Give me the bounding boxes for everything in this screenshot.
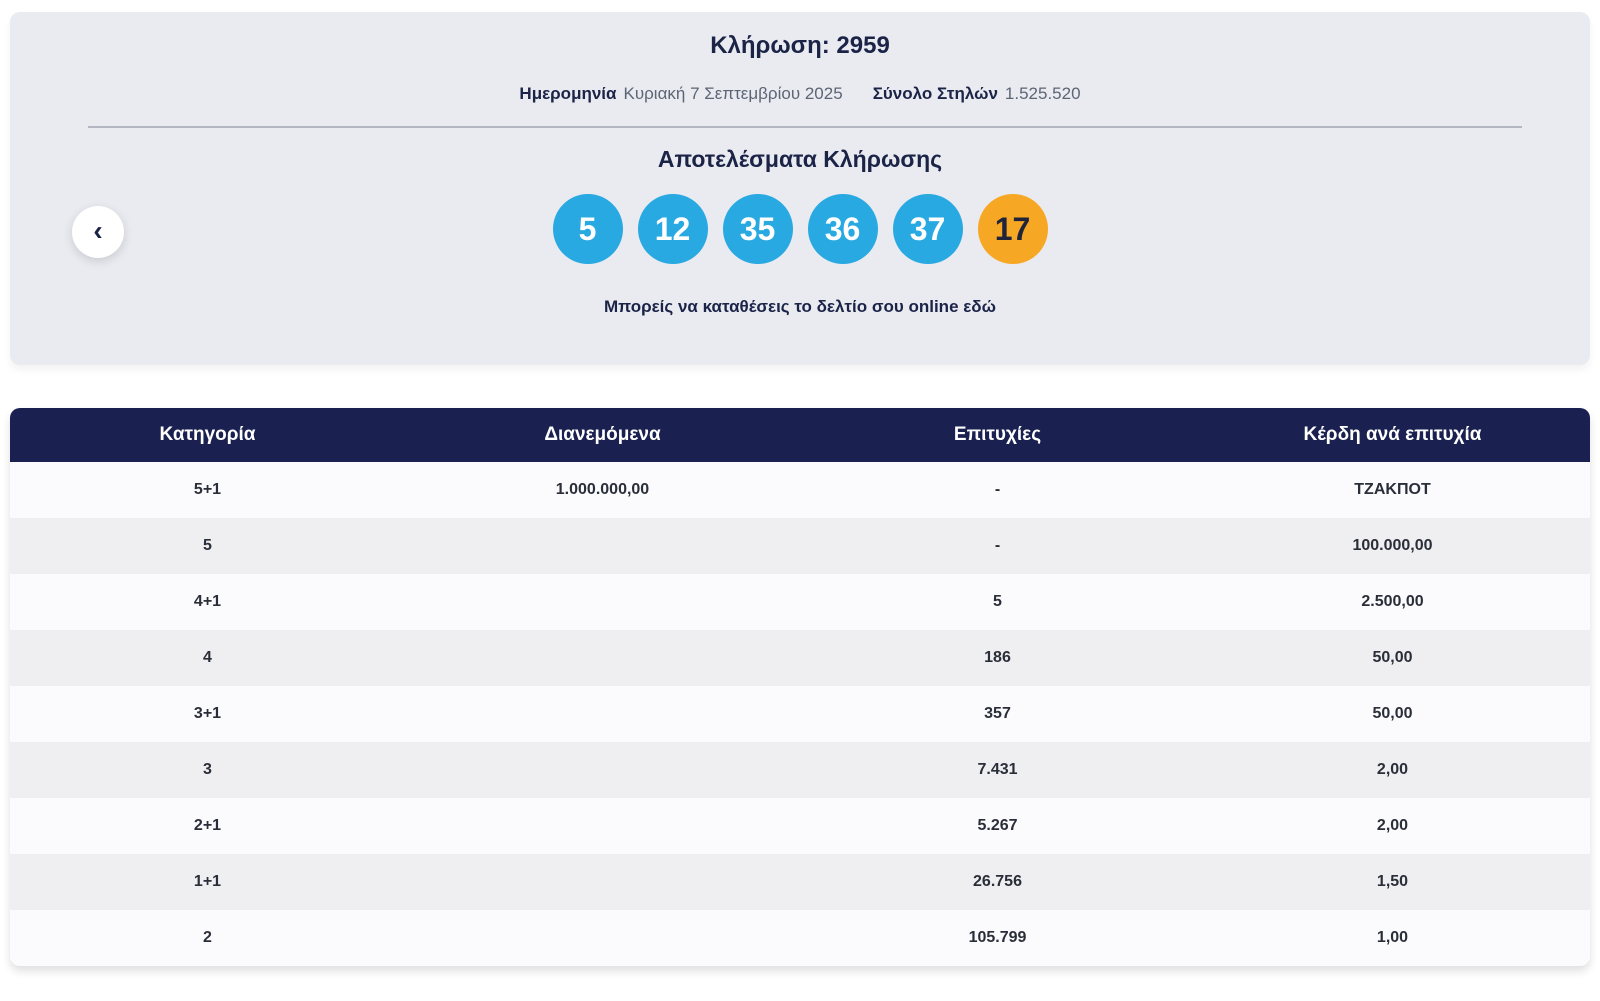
cell-distributed [405, 574, 800, 630]
column-header-category: Κατηγορία [159, 424, 256, 445]
cell-prize: 2,00 [1376, 817, 1409, 834]
cell-category: 5+1 [193, 481, 222, 498]
cell-distributed [405, 518, 800, 574]
table-row: 2+1 5.267 2,00 [10, 798, 1590, 854]
draw-date: Ημερομηνία Κυριακή 7 Σεπτεμβρίου 2025 [519, 84, 842, 104]
cell-hits: 186 [984, 649, 1011, 666]
draw-summary-banner: Κλήρωση: 2959 Ημερομηνία Κυριακή 7 Σεπτε… [10, 12, 1590, 365]
table-row: 2 105.799 1,00 [10, 910, 1590, 966]
previous-draw-button[interactable]: ‹ [72, 206, 124, 258]
cell-category: 3+1 [193, 705, 222, 722]
chevron-left-icon: ‹ [93, 214, 103, 246]
table-row: 4+1 5 2.500,00 [10, 574, 1590, 630]
cell-prize: 50,00 [1372, 649, 1413, 666]
cell-distributed [405, 910, 800, 966]
cell-distributed [405, 630, 800, 686]
cell-category: 3 [203, 761, 212, 778]
column-header-hits: Επιτυχίες [953, 424, 1042, 445]
draw-number: 2959 [836, 32, 890, 59]
cell-hits: - [994, 481, 1001, 498]
winning-number-ball: 35 [722, 194, 793, 264]
joker-number-ball: 17 [977, 194, 1048, 264]
cell-prize: 1,00 [1376, 929, 1409, 946]
results-title: Αποτελέσματα Κλήρωσης [657, 146, 943, 172]
draw-title: Κλήρωση: 2959 [10, 12, 1590, 60]
draw-meta: Ημερομηνία Κυριακή 7 Σεπτεμβρίου 2025 Σύ… [10, 84, 1590, 104]
winning-numbers-row: 5 12 35 36 37 17 [10, 194, 1590, 264]
cell-distributed: 1.000.000,00 [555, 481, 650, 498]
date-label: Ημερομηνία [519, 84, 617, 103]
cell-hits: 357 [984, 705, 1011, 722]
winning-number-ball: 5 [552, 194, 623, 264]
table-row: 1+1 26.756 1,50 [10, 854, 1590, 910]
cell-prize: 2,00 [1376, 761, 1409, 778]
table-row: 5 - 100.000,00 [10, 518, 1590, 574]
cell-prize: 1,50 [1376, 873, 1409, 890]
prize-table-header-row: Κατηγορία Διανεμόμενα Επιτυχίες Κέρδη αν… [10, 408, 1590, 462]
banner-divider [88, 126, 1522, 128]
cell-prize: 50,00 [1372, 705, 1413, 722]
cell-distributed [405, 854, 800, 910]
cell-hits: 26.756 [973, 873, 1022, 890]
cell-distributed [405, 798, 800, 854]
total-columns: Σύνολο Στηλών 1.525.520 [873, 84, 1081, 104]
column-header-prize: Κέρδη ανά επιτυχία [1303, 424, 1482, 445]
cell-prize: ΤΖΑΚΠΟΤ [1354, 481, 1431, 498]
cell-distributed [405, 742, 800, 798]
cell-hits: 7.431 [977, 761, 1018, 778]
cell-category: 2 [203, 929, 212, 946]
cell-category: 4 [203, 649, 212, 666]
cell-category: 5 [203, 537, 212, 554]
cell-category: 4+1 [193, 593, 222, 610]
table-row: 4 186 50,00 [10, 630, 1590, 686]
total-columns-value: 1.525.520 [1004, 84, 1081, 103]
cell-category: 2+1 [193, 817, 222, 834]
table-row: 5+1 1.000.000,00 - ΤΖΑΚΠΟΤ [10, 462, 1590, 518]
draw-title-label: Κλήρωση: [710, 32, 830, 59]
cell-hits: 5.267 [977, 817, 1018, 834]
cell-hits: 105.799 [968, 929, 1027, 946]
prize-table-body: 5+1 1.000.000,00 - ΤΖΑΚΠΟΤ 5 - 100.000,0… [10, 462, 1590, 966]
date-value: Κυριακή 7 Σεπτεμβρίου 2025 [623, 84, 843, 103]
winning-number-ball: 36 [807, 194, 878, 264]
cell-prize: 2.500,00 [1361, 593, 1424, 610]
cell-hits: - [994, 537, 1001, 554]
cell-prize: 100.000,00 [1352, 537, 1433, 554]
submit-online-link[interactable]: Μπορείς να καταθέσεις το δελτίο σου onli… [604, 297, 996, 317]
cell-category: 1+1 [193, 873, 222, 890]
winning-number-ball: 12 [637, 194, 708, 264]
prize-table: Κατηγορία Διανεμόμενα Επιτυχίες Κέρδη αν… [10, 408, 1590, 966]
cell-distributed [405, 686, 800, 742]
table-row: 3+1 357 50,00 [10, 686, 1590, 742]
winning-number-ball: 37 [892, 194, 963, 264]
cell-hits: 5 [993, 593, 1002, 610]
column-header-distributed: Διανεμόμενα [544, 424, 661, 445]
table-row: 3 7.431 2,00 [10, 742, 1590, 798]
total-columns-label: Σύνολο Στηλών [872, 84, 998, 103]
